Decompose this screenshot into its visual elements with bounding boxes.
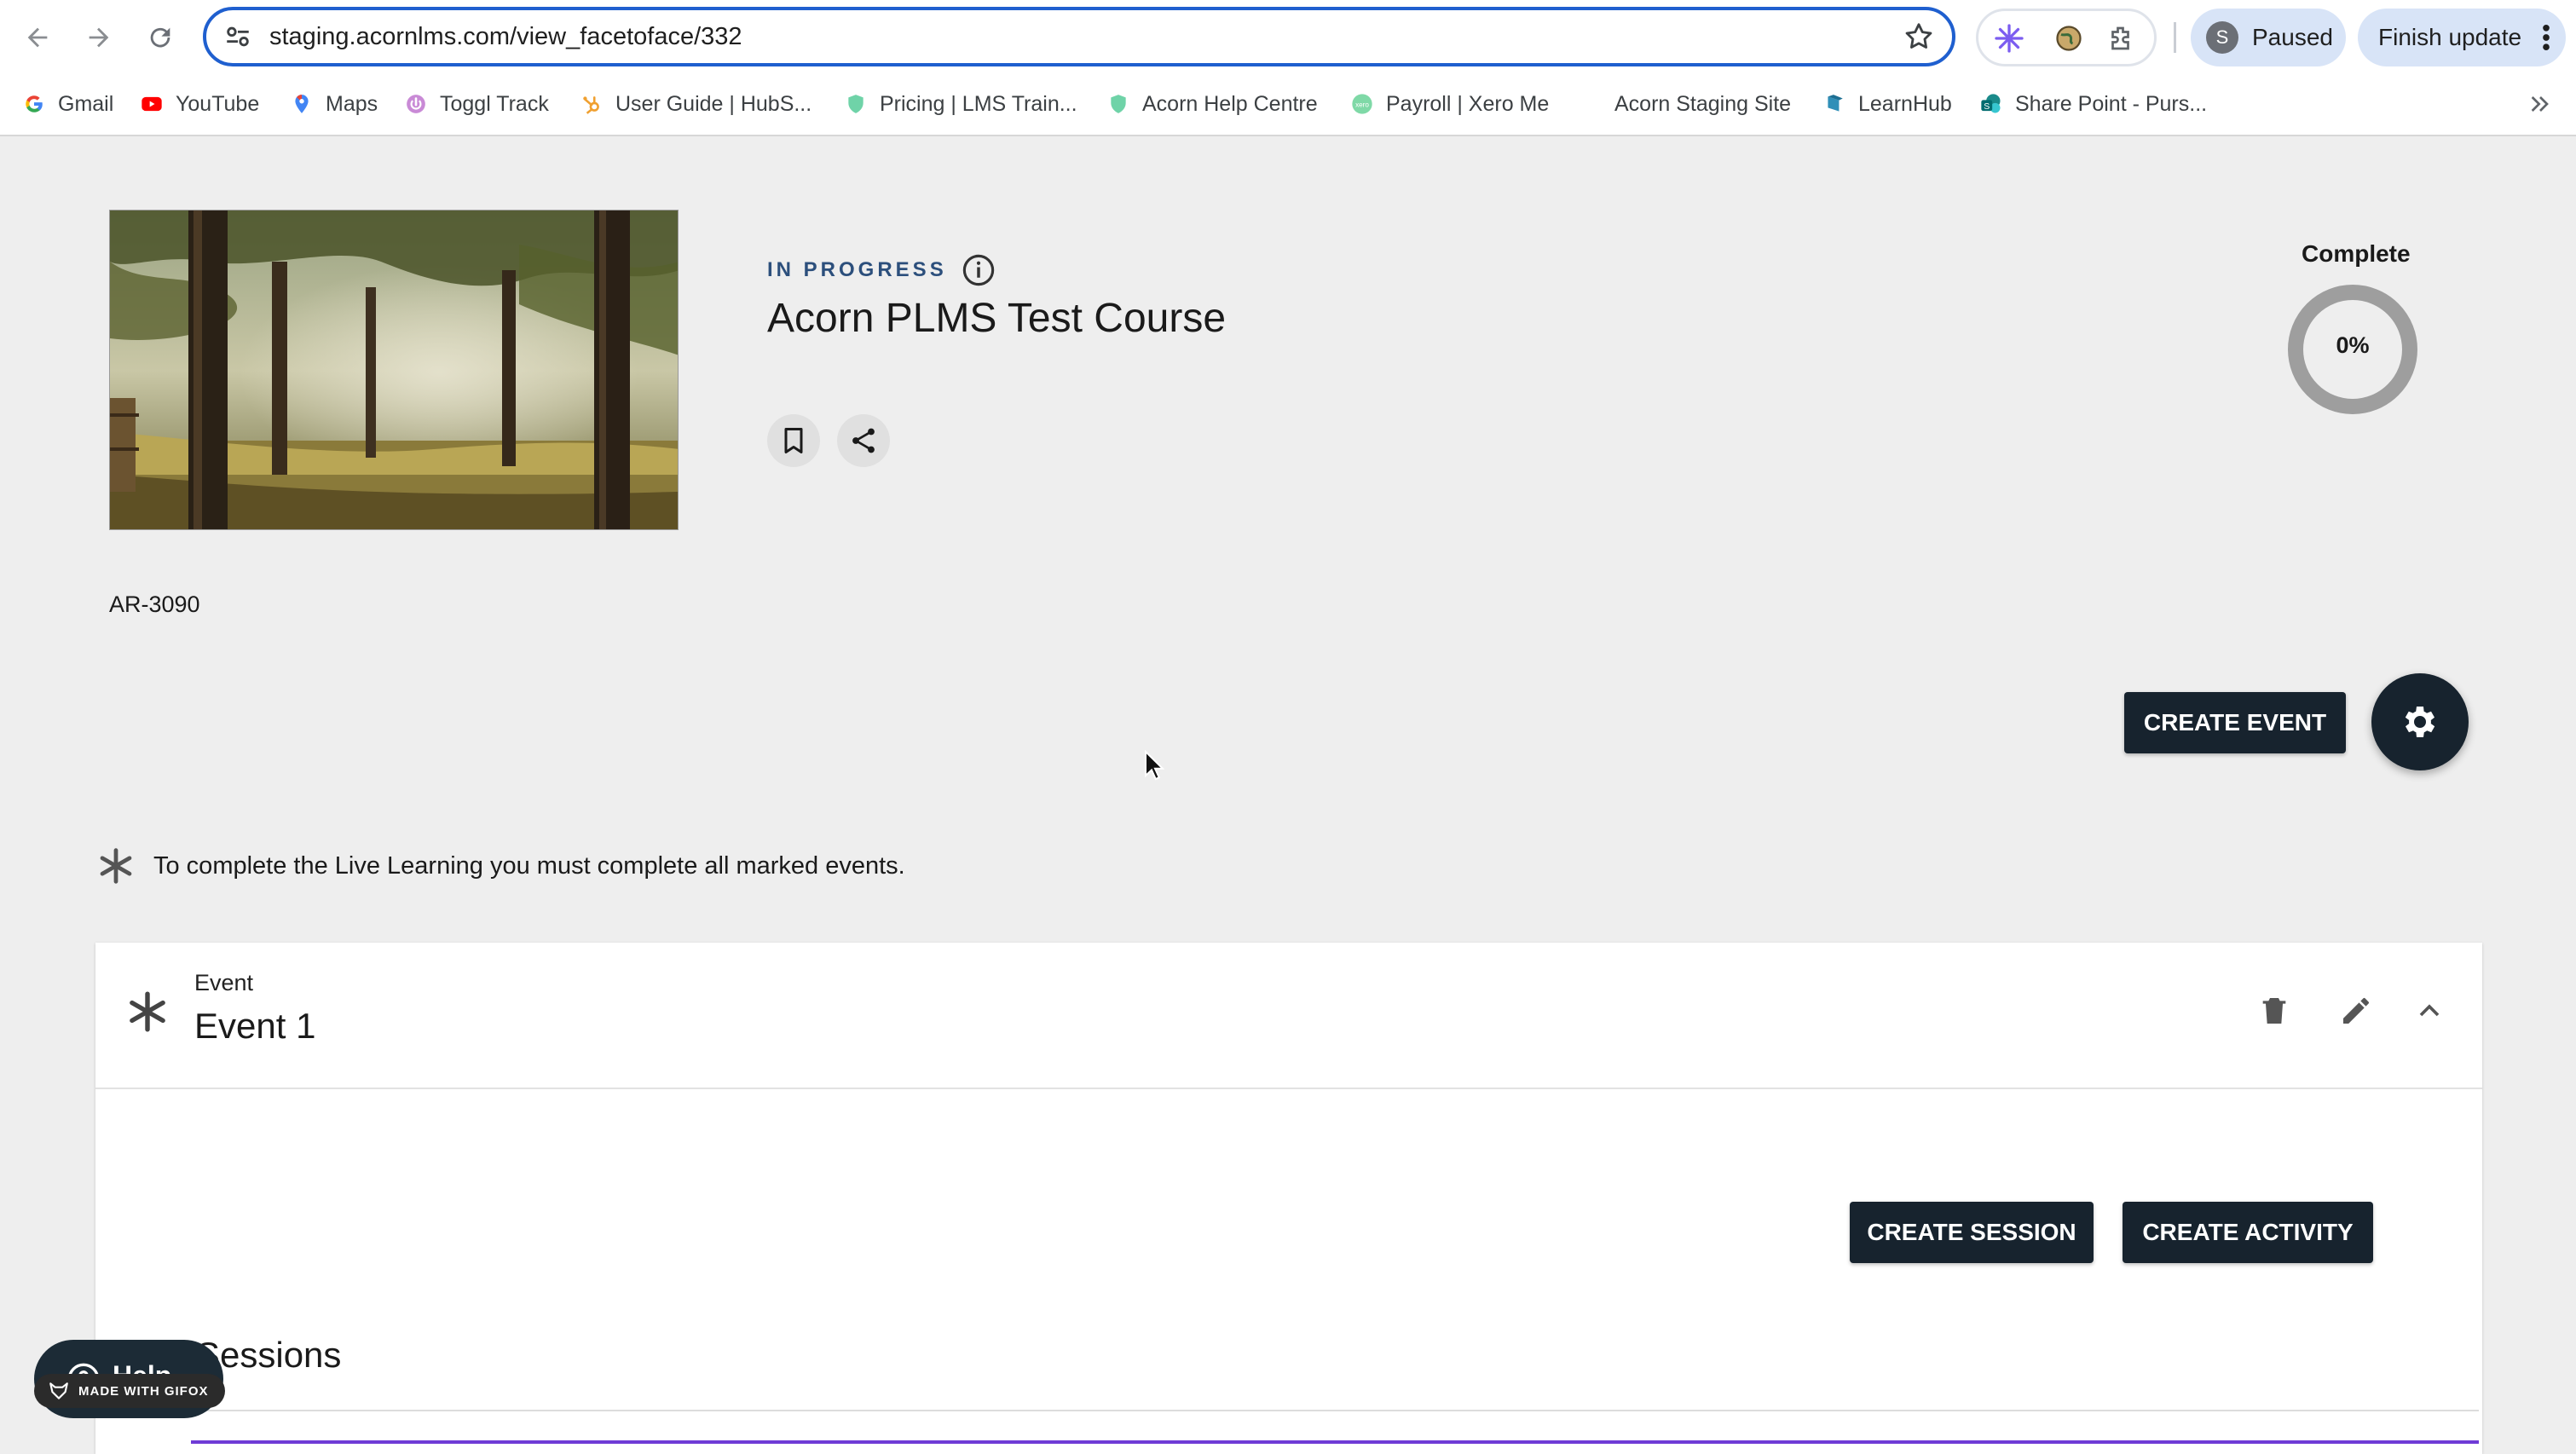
svg-text:xero: xero: [1355, 101, 1369, 109]
reload-icon: [150, 27, 170, 48]
browser-toolbar: staging.acornlms.com/view_facetoface/332…: [0, 0, 2576, 75]
complete-label: Complete: [2302, 240, 2411, 267]
bookmark-gmail[interactable]: Gmail: [22, 87, 113, 121]
event-header[interactable]: Event Event 1: [95, 943, 2482, 1089]
completion-note: To complete the Live Learning you must c…: [97, 847, 905, 885]
back-button[interactable]: [15, 15, 60, 60]
info-icon[interactable]: [961, 252, 996, 288]
gifox-watermark: MADE WITH GIFOX: [34, 1374, 225, 1408]
globe-extension-icon[interactable]: [2053, 23, 2084, 54]
create-event-button[interactable]: CREATE EVENT: [2124, 692, 2346, 753]
gifox-label: MADE WITH GIFOX: [78, 1383, 209, 1399]
toolbar-divider: [2174, 22, 2176, 53]
completion-note-text: To complete the Live Learning you must c…: [153, 851, 905, 880]
gear-icon: [2405, 707, 2435, 737]
sharepoint-icon: S: [1979, 92, 2003, 116]
hubspot-icon: [580, 92, 604, 116]
share-button[interactable]: [837, 414, 890, 467]
course-image: [109, 210, 679, 530]
bookmark-acorn-help[interactable]: Acorn Help Centre: [1106, 87, 1318, 121]
bookmark-youtube[interactable]: YouTube: [140, 87, 259, 121]
event-card: Event Event 1 CREATE SESSION CREATE ACTI…: [95, 943, 2482, 1454]
delete-event-button[interactable]: [2250, 987, 2298, 1035]
bookmark-icon: [784, 428, 803, 453]
acorn-shield-icon: [844, 92, 868, 116]
maps-pin-icon: [290, 92, 314, 116]
address-bar[interactable]: staging.acornlms.com/view_facetoface/332: [203, 7, 1955, 66]
trash-icon: [2262, 998, 2286, 1024]
course-code: AR-3090: [109, 591, 200, 617]
asterisk-icon: [100, 848, 132, 884]
status-badge: IN PROGRESS: [767, 258, 947, 281]
create-session-button[interactable]: CREATE SESSION: [1850, 1202, 2094, 1263]
event-type-label: Event: [194, 970, 254, 995]
sparkle-extension-icon[interactable]: [1994, 23, 2024, 54]
profile-status: Paused: [2252, 24, 2333, 50]
page-title: Acorn PLMS Test Course: [767, 296, 1227, 341]
google-icon: [22, 92, 46, 116]
bookmark-maps[interactable]: Maps: [290, 87, 378, 121]
xero-icon: xero: [1350, 92, 1374, 116]
youtube-icon: [140, 92, 164, 116]
arrow-right-icon: [89, 27, 109, 48]
url-text[interactable]: staging.acornlms.com/view_facetoface/332: [269, 20, 742, 53]
extensions-group: [1976, 9, 2157, 66]
bookmark-learnhub[interactable]: LearnHub: [1822, 87, 1952, 121]
acorn-shield-icon: [1106, 92, 1130, 116]
arrow-left-icon: [27, 27, 48, 48]
learnhub-icon: [1822, 92, 1846, 116]
profile-button[interactable]: S Paused: [2191, 9, 2346, 66]
forward-button[interactable]: [77, 15, 121, 60]
bookmarks-bar: Gmail YouTube Maps Toggl Track User Guid…: [0, 75, 2576, 136]
progress-percent: 0%: [2336, 332, 2370, 358]
more-vert-icon[interactable]: [2542, 24, 2550, 51]
bookmark-pricing-lms[interactable]: Pricing | LMS Train...: [844, 87, 1077, 121]
required-asterisk-icon: [130, 991, 165, 1032]
bookmark-toggl[interactable]: Toggl Track: [404, 87, 549, 121]
svg-text:S: S: [1984, 101, 1990, 112]
pencil-icon: [2343, 998, 2369, 1024]
bookmark-acorn-staging[interactable]: Acorn Staging Site: [1614, 87, 1791, 121]
edit-event-button[interactable]: [2332, 987, 2380, 1035]
create-activity-button[interactable]: CREATE ACTIVITY: [2123, 1202, 2373, 1263]
bookmark-hubspot[interactable]: User Guide | HubS...: [580, 87, 811, 121]
status-row: IN PROGRESS: [767, 252, 996, 288]
share-icon: [852, 428, 875, 453]
event-name: Event 1: [194, 1006, 316, 1046]
puzzle-extensions-icon[interactable]: [2106, 23, 2137, 54]
session-accent-bar: [191, 1440, 2479, 1444]
bookmark-sharepoint[interactable]: S Share Point - Purs...: [1979, 87, 2207, 121]
site-settings-icon[interactable]: [223, 22, 252, 51]
gifox-fox-icon: [49, 1382, 68, 1399]
bookmark-xero[interactable]: xero Payroll | Xero Me: [1350, 87, 1549, 121]
finish-update-label: Finish update: [2378, 24, 2522, 50]
avatar: S: [2206, 21, 2238, 54]
mouse-cursor-icon: [1145, 750, 1164, 781]
reload-button[interactable]: [138, 15, 182, 60]
bookmark-course-button[interactable]: [767, 414, 820, 467]
finish-update-button[interactable]: Finish update: [2358, 9, 2566, 66]
chevron-double-right-icon[interactable]: [2527, 90, 2554, 118]
collapse-event-button[interactable]: [2406, 987, 2453, 1035]
toggl-icon: [404, 92, 428, 116]
divider: [191, 1410, 2479, 1411]
chevron-up-icon: [2419, 1004, 2440, 1017]
settings-button[interactable]: [2371, 673, 2469, 770]
bookmark-star-icon[interactable]: [1903, 20, 1935, 53]
